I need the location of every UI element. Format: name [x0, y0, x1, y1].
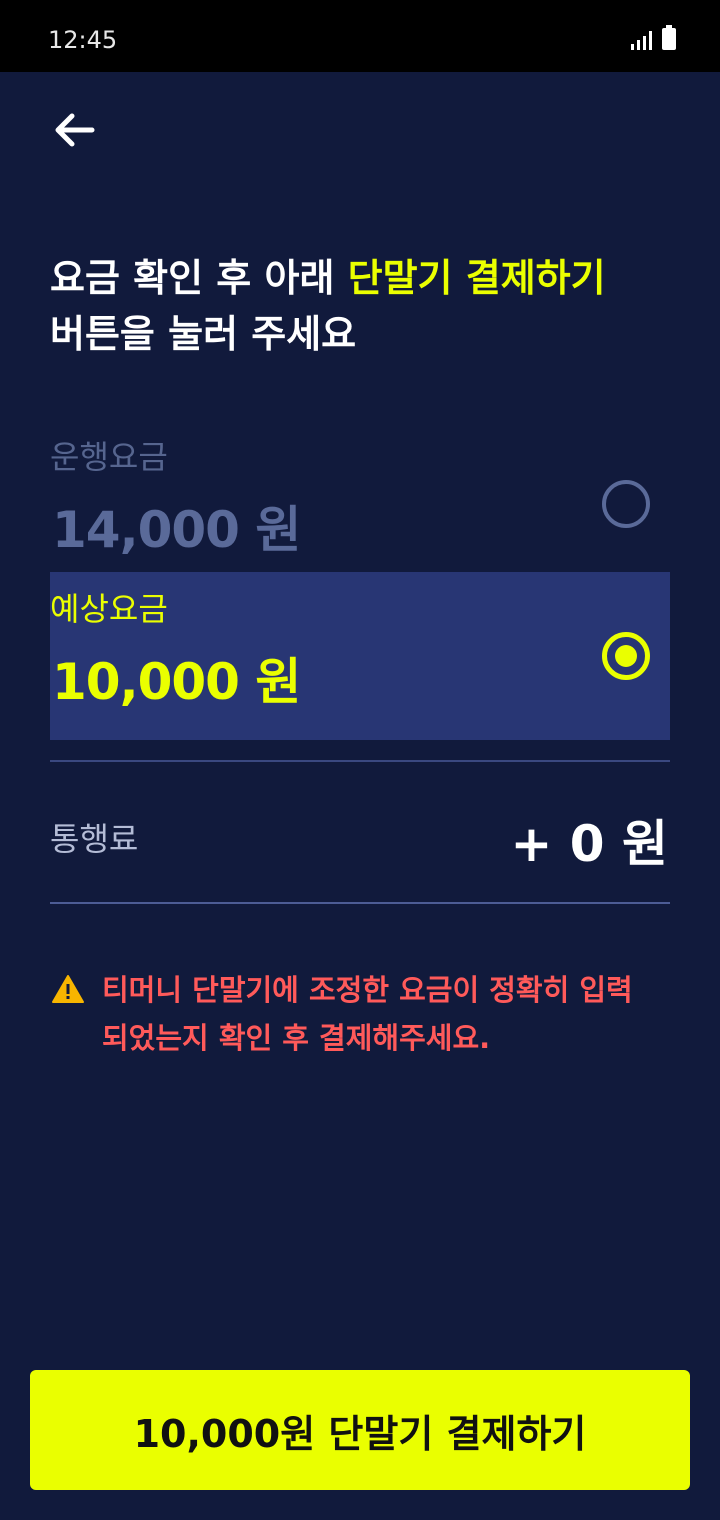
warning-icon — [52, 975, 84, 1003]
warning-text: 티머니 단말기에 조정한 요금이 정확히 입력 되었는지 확인 후 결제해주세요… — [102, 966, 633, 1062]
status-time: 12:45 — [48, 26, 118, 54]
divider — [50, 902, 670, 904]
radio-unselected[interactable] — [602, 480, 650, 528]
title-text-part2: 버튼을 눌러 주세요 — [50, 312, 357, 356]
warning-line1: 티머니 단말기에 조정한 요금이 정확히 입력 — [102, 973, 633, 1007]
fare-label: 예상요금 — [50, 590, 168, 628]
radio-selected[interactable] — [602, 632, 650, 680]
pay-button[interactable]: 10,000원 단말기 결제하기 — [30, 1370, 690, 1490]
fare-label: 운행요금 — [50, 438, 168, 476]
fare-option-estimated[interactable]: 예상요금 10,000 원 — [50, 572, 670, 740]
status-icons — [631, 25, 676, 50]
warning-line2: 되었는지 확인 후 결제해주세요. — [102, 1021, 491, 1055]
fare-amount: 10,000 원 — [52, 653, 301, 711]
arrow-left-icon — [55, 113, 95, 147]
toll-label: 통행료 — [50, 820, 139, 858]
divider — [50, 760, 670, 762]
battery-icon — [662, 25, 676, 50]
title-text-part1: 요금 확인 후 아래 — [50, 256, 348, 300]
page-title: 요금 확인 후 아래 단말기 결제하기 버튼을 눌러 주세요 — [50, 250, 690, 362]
warning-message: 티머니 단말기에 조정한 요금이 정확히 입력 되었는지 확인 후 결제해주세요… — [50, 966, 680, 1062]
toll-amount: + 0 원 — [510, 815, 669, 873]
fare-option-driving[interactable]: 운행요금 14,000 원 — [50, 420, 670, 588]
back-button[interactable] — [50, 106, 98, 154]
title-highlight: 단말기 결제하기 — [347, 256, 606, 300]
status-bar: 12:45 — [0, 0, 720, 72]
fare-amount: 14,000 원 — [52, 501, 301, 559]
signal-icon — [631, 30, 652, 50]
